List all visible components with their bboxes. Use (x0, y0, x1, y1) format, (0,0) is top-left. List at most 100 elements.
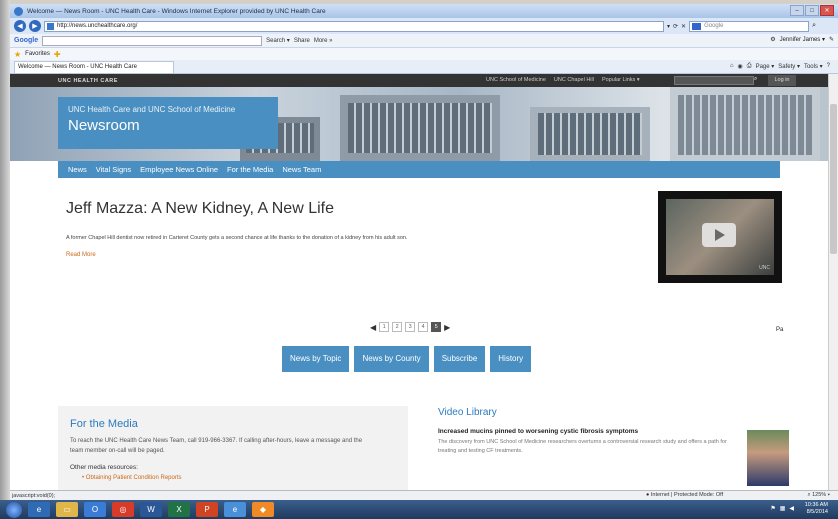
clock-time: 10:36 AM (804, 502, 828, 508)
site-search-icon[interactable]: ⌕ (754, 76, 763, 85)
nav-for-the-media[interactable]: For the Media (227, 165, 273, 174)
folder-taskbar-icon[interactable]: ▭ (56, 502, 78, 517)
google-search-button[interactable]: Search ▾ (266, 37, 290, 44)
maximize-icon[interactable]: □ (805, 5, 819, 16)
rss-icon[interactable]: ◉ (738, 63, 743, 70)
favorites-bar: ★ Favorites ✚ (10, 48, 838, 60)
google-share-button[interactable]: Share (294, 38, 310, 44)
browser-search-placeholder: Google (704, 22, 724, 29)
read-more-link[interactable]: Read More (66, 252, 96, 258)
google-toolbar: Google Search ▾ Share More » ⚙ Jennifer … (10, 34, 838, 48)
word-taskbar-icon[interactable]: W (140, 502, 162, 517)
pager-page-4[interactable]: 4 (418, 322, 429, 332)
minimize-icon[interactable]: – (790, 5, 804, 16)
news-by-county-button[interactable]: News by County (354, 346, 429, 372)
page-menu[interactable]: Page ▾ (756, 63, 775, 70)
zoom-level[interactable]: ⌕ 125% ▾ (807, 492, 830, 499)
print-icon[interactable]: ⎙ (747, 63, 752, 70)
gear-icon[interactable]: ⚙ (770, 36, 775, 43)
scrollbar-thumb[interactable] (830, 104, 837, 254)
zoom-level-value[interactable]: 125% (812, 492, 826, 498)
hero-title[interactable]: Newsroom (68, 117, 268, 134)
carousel-pager: ◀ 1 2 3 4 5 ▶ (370, 322, 450, 332)
address-tools: ▾ ⟳ ✕ (667, 23, 686, 30)
browser-search-box[interactable]: Google (689, 20, 810, 32)
address-row: ◀ ▶ http://news.unchealthcare.org/ ▾ ⟳ ✕… (10, 18, 838, 34)
top-link-popular[interactable]: Popular Links ▾ (602, 77, 640, 83)
media-link-label[interactable]: Obtaining Patient Condition Reports (86, 475, 182, 481)
google-toolbar-input[interactable] (42, 35, 263, 46)
windows-taskbar: e ▭ O ◎ W X P e ◆ ⚑ ▦ ◀ 10:36 AM 8/5/201… (0, 500, 838, 519)
favorites-star-icon[interactable]: ★ (14, 50, 21, 59)
close-icon[interactable]: ✕ (820, 5, 834, 16)
news-by-topic-button[interactable]: News by Topic (282, 346, 350, 372)
start-button-icon[interactable] (6, 501, 22, 518)
volume-icon[interactable]: ◀ (789, 505, 794, 512)
dropdown-icon[interactable]: ▾ (667, 23, 670, 30)
home-icon[interactable]: ⌂ (730, 63, 734, 70)
app-taskbar-icon[interactable]: ◆ (252, 502, 274, 517)
video-library-title[interactable]: Video Library (438, 407, 497, 418)
next-arrow-icon[interactable]: ▶ (444, 323, 450, 332)
site-search-input[interactable] (674, 76, 754, 85)
hero-title-box: UNC Health Care and UNC School of Medici… (58, 97, 278, 149)
refresh-icon[interactable]: ⟳ (673, 23, 678, 30)
play-icon[interactable] (702, 223, 736, 247)
story-title[interactable]: Jeff Mazza: A New Kidney, A New Life (66, 200, 334, 218)
for-the-media-panel: For the Media To reach the UNC Health Ca… (58, 406, 408, 490)
nav-news-team[interactable]: News Team (282, 165, 321, 174)
powerpoint-taskbar-icon[interactable]: P (196, 502, 218, 517)
subscribe-button[interactable]: Subscribe (433, 346, 486, 372)
address-bar[interactable]: http://news.unchealthcare.org/ (44, 20, 664, 32)
pager-page-1[interactable]: 1 (379, 322, 390, 332)
wrench-icon[interactable]: ✎ (829, 36, 834, 43)
system-tray: ⚑ ▦ ◀ (770, 505, 794, 512)
tab-row: Welcome — News Room - UNC Health Care (10, 60, 838, 74)
media-text: To reach the UNC Health Care News Team, … (70, 438, 363, 454)
login-button[interactable]: Log in (768, 75, 796, 86)
browser-tab[interactable]: Welcome — News Room - UNC Health Care (14, 60, 174, 73)
google-more-button[interactable]: More » (314, 38, 333, 44)
security-zone-label: Internet | Protected Mode: Off (650, 492, 724, 498)
stop-icon[interactable]: ✕ (681, 23, 686, 30)
ie-active-taskbar-icon[interactable]: e (224, 502, 246, 517)
page-icon (47, 22, 54, 30)
vertical-scrollbar[interactable] (828, 74, 838, 490)
add-favorite-icon[interactable]: ✚ (54, 50, 61, 59)
top-link-unc[interactable]: UNC Chapel Hill (554, 77, 594, 83)
pager-page-2[interactable]: 2 (392, 322, 403, 332)
nav-news[interactable]: News (68, 165, 87, 174)
nav-vital-signs[interactable]: Vital Signs (96, 165, 131, 174)
forward-arrow-icon[interactable]: ▶ (29, 20, 41, 32)
video-library-thumbnail[interactable] (747, 430, 789, 486)
ie-icon (14, 6, 23, 16)
google-user[interactable]: Jennifer James ▾ (780, 36, 825, 43)
network-icon[interactable]: ▦ (780, 505, 786, 512)
video-library-headline[interactable]: Increased mucins pinned to worsening cys… (438, 428, 638, 435)
back-arrow-icon[interactable]: ◀ (14, 20, 26, 32)
outlook-taskbar-icon[interactable]: O (84, 502, 106, 517)
favorites-label[interactable]: Favorites (25, 51, 50, 57)
site-brand[interactable]: UNC HEALTH CARE (58, 78, 118, 84)
pager-page-5[interactable]: 5 (431, 322, 442, 332)
nav-employee-news[interactable]: Employee News Online (140, 165, 218, 174)
ie-taskbar-icon[interactable]: e (28, 502, 50, 517)
pager-page-3[interactable]: 3 (405, 322, 416, 332)
chrome-taskbar-icon[interactable]: ◎ (112, 502, 134, 517)
google-user-area: ⚙ Jennifer James ▾ ✎ (770, 36, 834, 43)
status-bar: javascript:void(0); ● Internet | Protect… (10, 490, 838, 500)
video-logo: UNC (759, 265, 770, 271)
history-button[interactable]: History (490, 346, 532, 372)
system-clock[interactable]: 10:36 AM 8/5/2014 (805, 502, 828, 516)
flag-icon[interactable]: ⚑ (770, 505, 775, 512)
safety-menu[interactable]: Safety ▾ (778, 63, 800, 70)
search-icon[interactable]: ⌕ (812, 22, 816, 30)
media-link[interactable]: • Obtaining Patient Condition Reports (70, 475, 396, 481)
tools-menu[interactable]: Tools ▾ (804, 63, 823, 70)
top-link-som[interactable]: UNC School of Medicine (486, 77, 546, 83)
media-title: For the Media (70, 418, 138, 430)
excel-taskbar-icon[interactable]: X (168, 502, 190, 517)
prev-arrow-icon[interactable]: ◀ (370, 323, 376, 332)
story-video[interactable]: UNC (658, 191, 782, 283)
help-icon[interactable]: ? (827, 63, 830, 70)
